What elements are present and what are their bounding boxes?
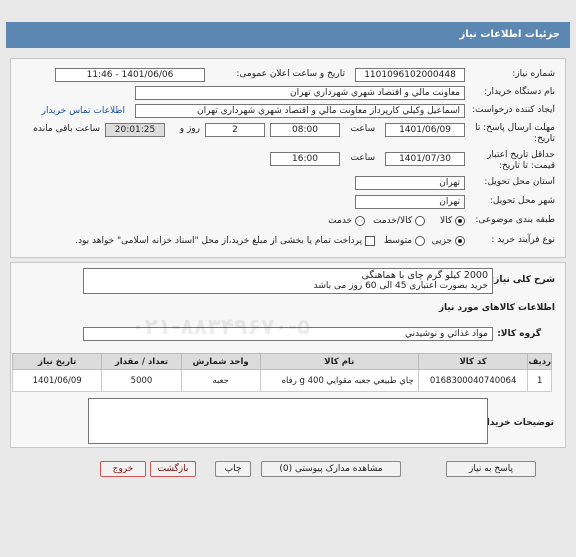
days-label: روز و xyxy=(179,124,200,134)
need-number-field: 1101096102000448 xyxy=(355,68,465,82)
attachments-button[interactable]: مشاهده مدارک پیوستی (0) xyxy=(261,461,401,477)
category-option-label: خدمت xyxy=(328,216,353,226)
buyer-org-label: نام دستگاه خریدار: xyxy=(484,87,555,97)
goods-table: ردیف کد کالا نام کالا واحد شمارش تعداد /… xyxy=(11,353,552,392)
purchase-option-minor[interactable]: جزیی xyxy=(432,235,465,247)
column-header: نام کالا xyxy=(259,353,419,370)
buyer-notes-field xyxy=(88,398,488,444)
province-label: استان محل تحویل: xyxy=(484,177,555,187)
goods-group-label: گروه کالا: xyxy=(497,329,541,339)
purchase-type-label: نوع فرآیند خرید : xyxy=(491,235,555,245)
category-option-goods[interactable]: کالا xyxy=(440,215,465,227)
goods-quantity: 5000 xyxy=(101,369,182,392)
radio-icon xyxy=(415,235,425,246)
validity-label: حداقل تاریخ اعتبار قیمت: تا تاریخ: xyxy=(487,150,555,171)
category-label: طبقه بندی موضوعی: xyxy=(475,215,555,225)
category-option-goods-service[interactable]: کالا/خدمت xyxy=(373,215,425,227)
radio-icon xyxy=(455,215,465,226)
reply-button[interactable]: پاسخ به نياز xyxy=(446,461,536,477)
radio-icon xyxy=(455,235,465,246)
description-line-1: 2000 کیلو گرم چای با هماهنگی xyxy=(361,270,488,281)
column-header: کد کالا xyxy=(417,353,529,370)
validity-time-label: ساعت xyxy=(350,153,376,163)
need-details-panel: شماره نیاز: 1101096102000448 تاريخ و ساع… xyxy=(10,58,566,258)
deadline-time-field: 08:00 xyxy=(270,123,340,137)
page-title: جزئيات اطلاعات نياز xyxy=(6,22,570,48)
purchase-option-medium[interactable]: متوسط xyxy=(384,235,425,247)
remaining-time-field: 20:01:25 xyxy=(105,123,165,137)
print-button[interactable]: چاپ xyxy=(215,461,251,477)
column-header: ردیف xyxy=(527,353,552,370)
city-field: تهران xyxy=(355,195,465,209)
row-index: 1 xyxy=(527,369,552,392)
days-field: 2 xyxy=(205,123,265,137)
deadline-date-field: 1401/06/09 xyxy=(385,123,465,137)
buyer-notes-label: توضیحات خریدار: xyxy=(478,418,554,428)
validity-date-field: 1401/07/30 xyxy=(385,152,465,166)
category-option-label: کالا/خدمت xyxy=(372,216,413,226)
payment-treasury-option[interactable]: پرداخت تمام یا بخشی از مبلغ خرید،از محل … xyxy=(75,235,375,247)
announce-label: تاريخ و ساعت اعلان عمومی: xyxy=(236,69,345,79)
goods-need-date: 1401/06/09 xyxy=(11,369,103,392)
payment-note-label: پرداخت تمام یا بخشی از مبلغ خرید،از محل … xyxy=(75,236,363,246)
category-option-service[interactable]: خدمت xyxy=(328,215,365,227)
buyer-org-field: معاونت مالي و اقتصاد شهري شهرداري تهران xyxy=(135,86,465,100)
announce-field: 1401/06/06 - 11:46 xyxy=(55,68,205,82)
requester-field: اسماعيل وکيلي کارپرداز معاونت مالي و اقت… xyxy=(135,104,465,118)
category-option-label: کالا xyxy=(439,216,453,226)
description-line-2: خرید بصورت اعتباری 45 الی 60 روز می باشد xyxy=(313,281,488,291)
table-row: 1 0168300040740064 چاي طبيعي جعبه مقوايي… xyxy=(11,369,552,392)
deadline-label: مهلت ارسال پاسخ: تا تاریخ: xyxy=(475,123,555,144)
column-header: واحد شمارش xyxy=(180,353,261,370)
radio-icon xyxy=(415,215,425,226)
exit-button[interactable]: خروج xyxy=(100,461,146,477)
goods-group-field: مواد غذائي و نوشيدني xyxy=(83,327,493,341)
deadline-time-label: ساعت xyxy=(350,124,376,134)
checkbox-icon xyxy=(365,235,375,246)
province-field: تهران xyxy=(355,176,465,190)
column-header: تاریخ نیاز xyxy=(11,353,103,370)
goods-section-title: اطلاعات کالاهای مورد نیاز xyxy=(438,303,555,313)
back-button[interactable]: بازگشت xyxy=(150,461,196,477)
buyer-contact-link[interactable]: اطلاعات تماس خریدار xyxy=(42,106,125,116)
description-field: 2000 کیلو گرم چای با هماهنگی خرید بصورت … xyxy=(83,268,493,294)
radio-icon xyxy=(355,215,365,226)
goods-name: چاي طبيعي جعبه مقوايي 400 g رفاه xyxy=(259,369,419,392)
city-label: شهر محل تحویل: xyxy=(489,196,555,206)
validity-time-field: 16:00 xyxy=(270,152,340,166)
remaining-label: ساعت باقی مانده xyxy=(33,124,100,134)
column-header: تعداد / مقدار xyxy=(101,353,182,370)
goods-table-header: ردیف کد کالا نام کالا واحد شمارش تعداد /… xyxy=(11,353,552,370)
requester-label: ایجاد کننده درخواست: xyxy=(472,105,555,115)
purchase-option-label: متوسط xyxy=(383,236,413,246)
description-label: شرح کلی نیاز: xyxy=(490,275,555,285)
goods-code: 0168300040740064 xyxy=(417,369,529,392)
purchase-option-label: جزیی xyxy=(431,236,453,246)
goods-unit: جعبه xyxy=(180,369,261,392)
need-number-label: شماره نیاز: xyxy=(512,69,555,79)
